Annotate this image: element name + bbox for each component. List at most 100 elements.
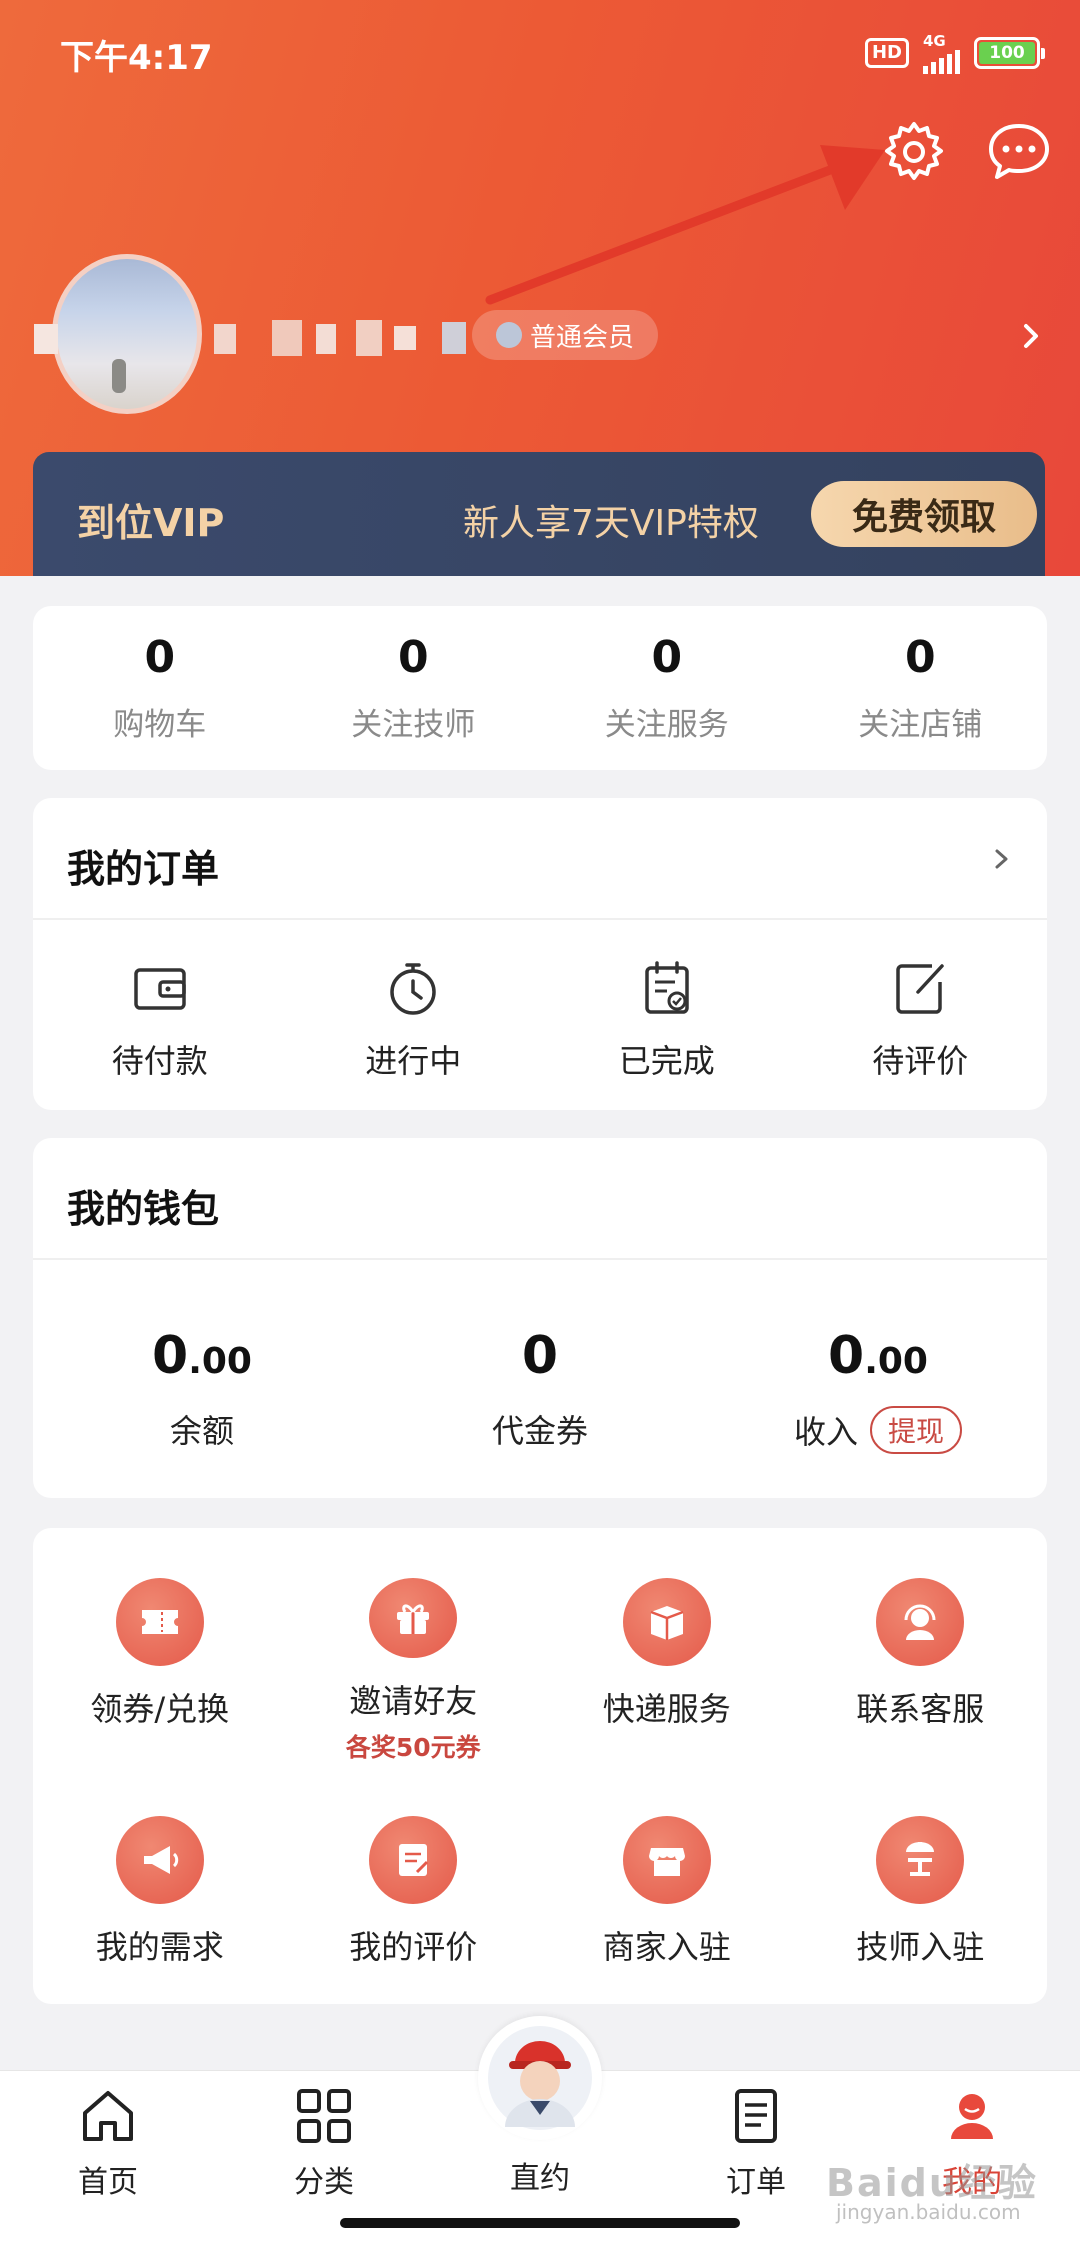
order-label: 进行中 (365, 1042, 462, 1080)
tab-label: 直约 (510, 2161, 570, 2196)
order-pending-payment[interactable]: 待付款 (33, 958, 287, 1082)
profile-icon (951, 2094, 993, 2139)
stat-followed-technicians[interactable]: 0 关注技师 (287, 606, 541, 770)
status-bar: 下午4:17 HD 4G 100 (0, 0, 1080, 100)
stat-label: 购物车 (113, 707, 207, 743)
stat-value: 0 (397, 632, 429, 683)
review-icon (399, 1844, 429, 1876)
service-coupon-redeem[interactable]: 领券/兑换 (33, 1578, 287, 1764)
watermark-url: jingyan.baidu.com (836, 2200, 1021, 2224)
wallet-title: 我的钱包 (67, 1187, 220, 1231)
wallet-vouchers[interactable]: 0 代金券 (371, 1326, 709, 1454)
vip-banner[interactable]: 到位VIP 新人享7天VIP特权 免费领取 (33, 452, 1045, 576)
stat-value: 0 (904, 632, 936, 683)
service-my-reviews[interactable]: 我的评价 (287, 1816, 541, 2002)
tab-orders[interactable]: 订单 (686, 2085, 826, 2201)
balance-value: 0.00 (152, 1326, 252, 1386)
orders-title: 我的订单 (67, 847, 220, 891)
stat-value: 0 (651, 632, 683, 683)
direct-booking-avatar[interactable] (478, 2016, 602, 2140)
worker-icon (906, 1842, 935, 1876)
wallet-icon (134, 968, 186, 1010)
battery-icon: 100 (974, 37, 1045, 69)
order-label: 待评价 (872, 1042, 969, 1080)
service-invite-friends[interactable]: 邀请好友 各奖50元券 (287, 1578, 541, 1764)
member-level-label: 普通会员 (529, 322, 634, 353)
service-merchant-join[interactable]: 商家入驻 (540, 1816, 794, 2002)
timer-icon (390, 963, 436, 1015)
home-indicator[interactable] (340, 2218, 740, 2228)
clipboard-check-icon (645, 961, 689, 1014)
package-icon (650, 1606, 684, 1640)
services-grid-card: 领券/兑换 邀请好友 各奖50元券 快递服务 联系客服 我的需求 我的评价 商家… (33, 1528, 1047, 2004)
username-blurred (34, 320, 474, 360)
network-type: 4G (923, 32, 946, 50)
income-label: 收入 (793, 1413, 858, 1451)
withdraw-button[interactable]: 提现 (870, 1406, 963, 1454)
signal-icon: 4G (923, 32, 960, 74)
service-technician-join[interactable]: 技师入驻 (794, 1816, 1048, 2002)
hd-badge: HD (864, 38, 909, 68)
vip-title: 到位VIP (77, 501, 225, 545)
status-time: 下午4:17 (60, 38, 213, 78)
tab-category[interactable]: 分类 (254, 2085, 394, 2201)
my-wallet-card: 我的钱包 0.00 余额 0 代金券 0.00 收入 提现 (33, 1138, 1047, 1498)
chevron-right-icon[interactable] (1018, 316, 1046, 356)
stat-followed-services[interactable]: 0 关注服务 (540, 606, 794, 770)
wallet-balance[interactable]: 0.00 余额 (33, 1326, 371, 1454)
income-value: 0.00 (828, 1326, 928, 1386)
order-label: 已完成 (618, 1042, 715, 1080)
store-icon (648, 1848, 685, 1876)
service-label: 邀请好友 (349, 1682, 478, 1720)
stat-label: 关注技师 (351, 707, 476, 743)
watermark-logo: Baidu经验 (826, 2161, 1038, 2205)
vip-promo-text: 新人享7天VIP特权 (463, 503, 759, 544)
stat-followed-stores[interactable]: 0 关注店铺 (794, 606, 1048, 770)
follow-stats-card: 0 购物车 0 关注技师 0 关注服务 0 关注店铺 (33, 606, 1047, 770)
member-badge-icon (495, 322, 522, 348)
avatar-icon (488, 2026, 592, 2130)
headset-icon (904, 1604, 936, 1640)
voucher-value: 0 (521, 1326, 559, 1386)
vip-claim-button[interactable]: 免费领取 (811, 481, 1037, 547)
wallet-income[interactable]: 0.00 收入 提现 (709, 1326, 1047, 1454)
tab-label: 订单 (726, 2165, 786, 2200)
message-icon[interactable] (985, 118, 1053, 186)
chevron-right-icon[interactable] (991, 842, 1013, 876)
my-orders-card: 我的订单 待付款 进行中 已完成 待评价 (33, 798, 1047, 1110)
home-icon (83, 2091, 133, 2141)
order-in-progress[interactable]: 进行中 (287, 958, 541, 1082)
grid-icon (297, 2089, 351, 2143)
battery-level: 100 (979, 42, 1035, 64)
tab-label: 首页 (78, 2165, 138, 2200)
service-label: 我的需求 (95, 1928, 224, 1966)
stat-cart[interactable]: 0 购物车 (33, 606, 287, 770)
edit-icon (896, 964, 944, 1014)
service-my-requests[interactable]: 我的需求 (33, 1816, 287, 2002)
order-label: 待付款 (111, 1042, 208, 1080)
ticket-icon (141, 1610, 178, 1634)
stat-value: 0 (144, 632, 176, 683)
orders-icon (735, 2089, 777, 2143)
tab-home[interactable]: 首页 (38, 2085, 178, 2201)
stat-label: 关注店铺 (858, 707, 983, 743)
annotation-arrow (485, 145, 885, 305)
stat-label: 关注服务 (604, 707, 729, 743)
service-label: 联系客服 (856, 1690, 985, 1728)
service-label: 领券/兑换 (90, 1690, 230, 1728)
member-level-badge[interactable]: 普通会员 (472, 310, 658, 360)
divider (33, 918, 1047, 920)
status-indicators: HD 4G 100 (864, 32, 1045, 74)
tab-label: 分类 (294, 2165, 354, 2200)
order-completed[interactable]: 已完成 (540, 958, 794, 1082)
service-express-delivery[interactable]: 快递服务 (540, 1578, 794, 1764)
gift-icon (397, 1604, 430, 1634)
order-to-review[interactable]: 待评价 (794, 958, 1048, 1082)
service-contact-support[interactable]: 联系客服 (794, 1578, 1048, 1764)
service-label: 商家入驻 (602, 1928, 731, 1966)
balance-label: 余额 (169, 1412, 234, 1450)
voucher-label: 代金券 (491, 1412, 588, 1450)
profile-header: 下午4:17 HD 4G 100 普通会员 到位VIP 新人享7天VIP特权 免… (0, 0, 1080, 576)
tab-direct-booking[interactable]: 直约 (470, 2143, 610, 2197)
divider (33, 1258, 1047, 1260)
